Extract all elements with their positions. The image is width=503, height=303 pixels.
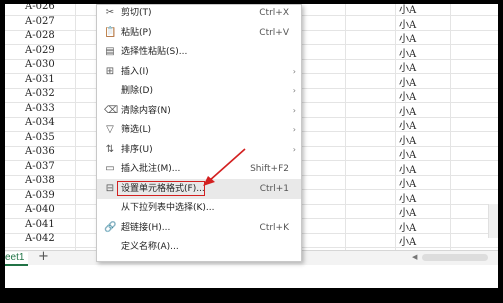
menu-item-label: 插入批注(M)... [121, 164, 181, 174]
menu-item-label: 插入(I) [121, 66, 149, 77]
cell-id[interactable]: A-028 [25, 30, 55, 41]
menu-item-label: 粘贴(P) [121, 27, 152, 38]
cell-id[interactable]: A-040 [25, 204, 55, 215]
cell-id[interactable]: A-027 [25, 16, 55, 27]
menu-item-label: 定义名称(A)... [121, 242, 179, 252]
clear-icon: ⌫ [104, 104, 119, 116]
spreadsheet-window: A-026 小A A-027 小A A-028 小A A-029 小A A-030 小A A-031… [5, 4, 498, 288]
menu-item[interactable]: ⊟ 设置单元格格式(F)... Ctrl+1 [97, 178, 301, 199]
menu-item-shortcut: Ctrl+K [259, 222, 289, 233]
menu-item-shortcut: Ctrl+V [259, 27, 289, 38]
menu-item[interactable]: ▤ 选择性粘贴(S)... [97, 42, 301, 62]
clipboard-icon: 📋 [104, 26, 117, 38]
menu-item-label: 清除内容(N) [121, 105, 171, 116]
cell-id[interactable]: A-034 [25, 117, 55, 128]
scroll-left-icon[interactable]: ◀ [412, 253, 417, 261]
paste-special-icon: ▤ [105, 46, 115, 57]
menu-item-shortcut: Shift+F2 [250, 164, 289, 174]
highlight-box [117, 180, 205, 196]
comment-icon: ▭ [105, 163, 115, 174]
cell-id[interactable]: A-042 [25, 233, 55, 244]
menu-item[interactable]: 从下拉列表中选择(K)... [97, 198, 301, 218]
status-bar [5, 266, 498, 288]
menu-item-label: 剪切(T) [121, 8, 152, 18]
submenu-arrow-icon: › [292, 144, 296, 154]
menu-item-label: 排序(U) [121, 144, 153, 155]
cell-id[interactable]: A-038 [25, 175, 55, 186]
cell-id[interactable]: A-041 [25, 219, 55, 230]
menu-item-label: 从下拉列表中选择(K)... [121, 203, 215, 213]
cell-id[interactable]: A-032 [25, 88, 55, 99]
vertical-scrollbar[interactable] [488, 204, 498, 238]
cell-id[interactable]: A-036 [25, 146, 55, 157]
menu-item[interactable]: ⊞ 插入(I) › [97, 62, 301, 82]
format-cells-icon: ⊟ [105, 182, 115, 194]
submenu-arrow-icon: › [292, 86, 296, 95]
menu-item-label: 删除(D) [121, 86, 153, 96]
cell-id[interactable]: A-039 [25, 190, 55, 201]
submenu-arrow-icon: › [292, 105, 296, 115]
cell-owner[interactable]: 小A [399, 233, 416, 248]
menu-item-label: 选择性粘贴(S)... [121, 47, 188, 57]
cell-id[interactable]: A-029 [25, 45, 55, 56]
menu-item[interactable]: ⇅ 排序(U) › [97, 140, 301, 160]
cell-id[interactable]: A-033 [25, 103, 55, 114]
menu-item-label: 筛选(L) [121, 125, 152, 135]
menu-item[interactable]: 📋 粘贴(P) Ctrl+V [97, 23, 301, 43]
submenu-arrow-icon: › [292, 125, 296, 134]
menu-item-label: 超链接(H)... [121, 222, 171, 233]
cell-id[interactable]: A-031 [25, 74, 55, 85]
cell-id[interactable]: A-030 [25, 59, 55, 70]
menu-item-shortcut: Ctrl+1 [259, 183, 289, 194]
menu-item[interactable]: 🔗 超链接(H)... Ctrl+K [97, 218, 301, 238]
menu-item[interactable]: ▭ 插入批注(M)... Shift+F2 [97, 159, 301, 179]
menu-item[interactable]: 删除(D) › [97, 81, 301, 101]
horizontal-scrollbar[interactable] [422, 254, 488, 261]
cell-id[interactable]: A-037 [25, 161, 55, 172]
menu-item[interactable]: ⌫ 清除内容(N) › [97, 101, 301, 121]
scissors-icon: ✂ [105, 7, 115, 18]
submenu-arrow-icon: › [292, 66, 296, 76]
filter-icon: ▽ [106, 124, 114, 135]
sort-icon: ⇅ [105, 143, 115, 155]
cell-id[interactable]: A-026 [25, 4, 55, 12]
add-sheet-button[interactable]: + [38, 250, 49, 264]
cell-id[interactable]: A-035 [25, 132, 55, 143]
menu-item-shortcut: Ctrl+X [259, 8, 289, 18]
insert-icon: ⊞ [105, 65, 115, 77]
menu-item[interactable]: 定义名称(A)... [97, 237, 301, 257]
context-menu: ✂ 剪切(T) Ctrl+X 📋 粘贴(P) Ctrl+V ▤ 选择性粘贴(S)... ⊞ 插入(… [96, 4, 302, 262]
menu-item[interactable]: ▽ 筛选(L) › [97, 120, 301, 140]
menu-item[interactable]: ✂ 剪切(T) Ctrl+X [97, 4, 301, 23]
sheet-tab[interactable]: eet1 [5, 252, 29, 266]
link-icon: 🔗 [104, 221, 117, 233]
